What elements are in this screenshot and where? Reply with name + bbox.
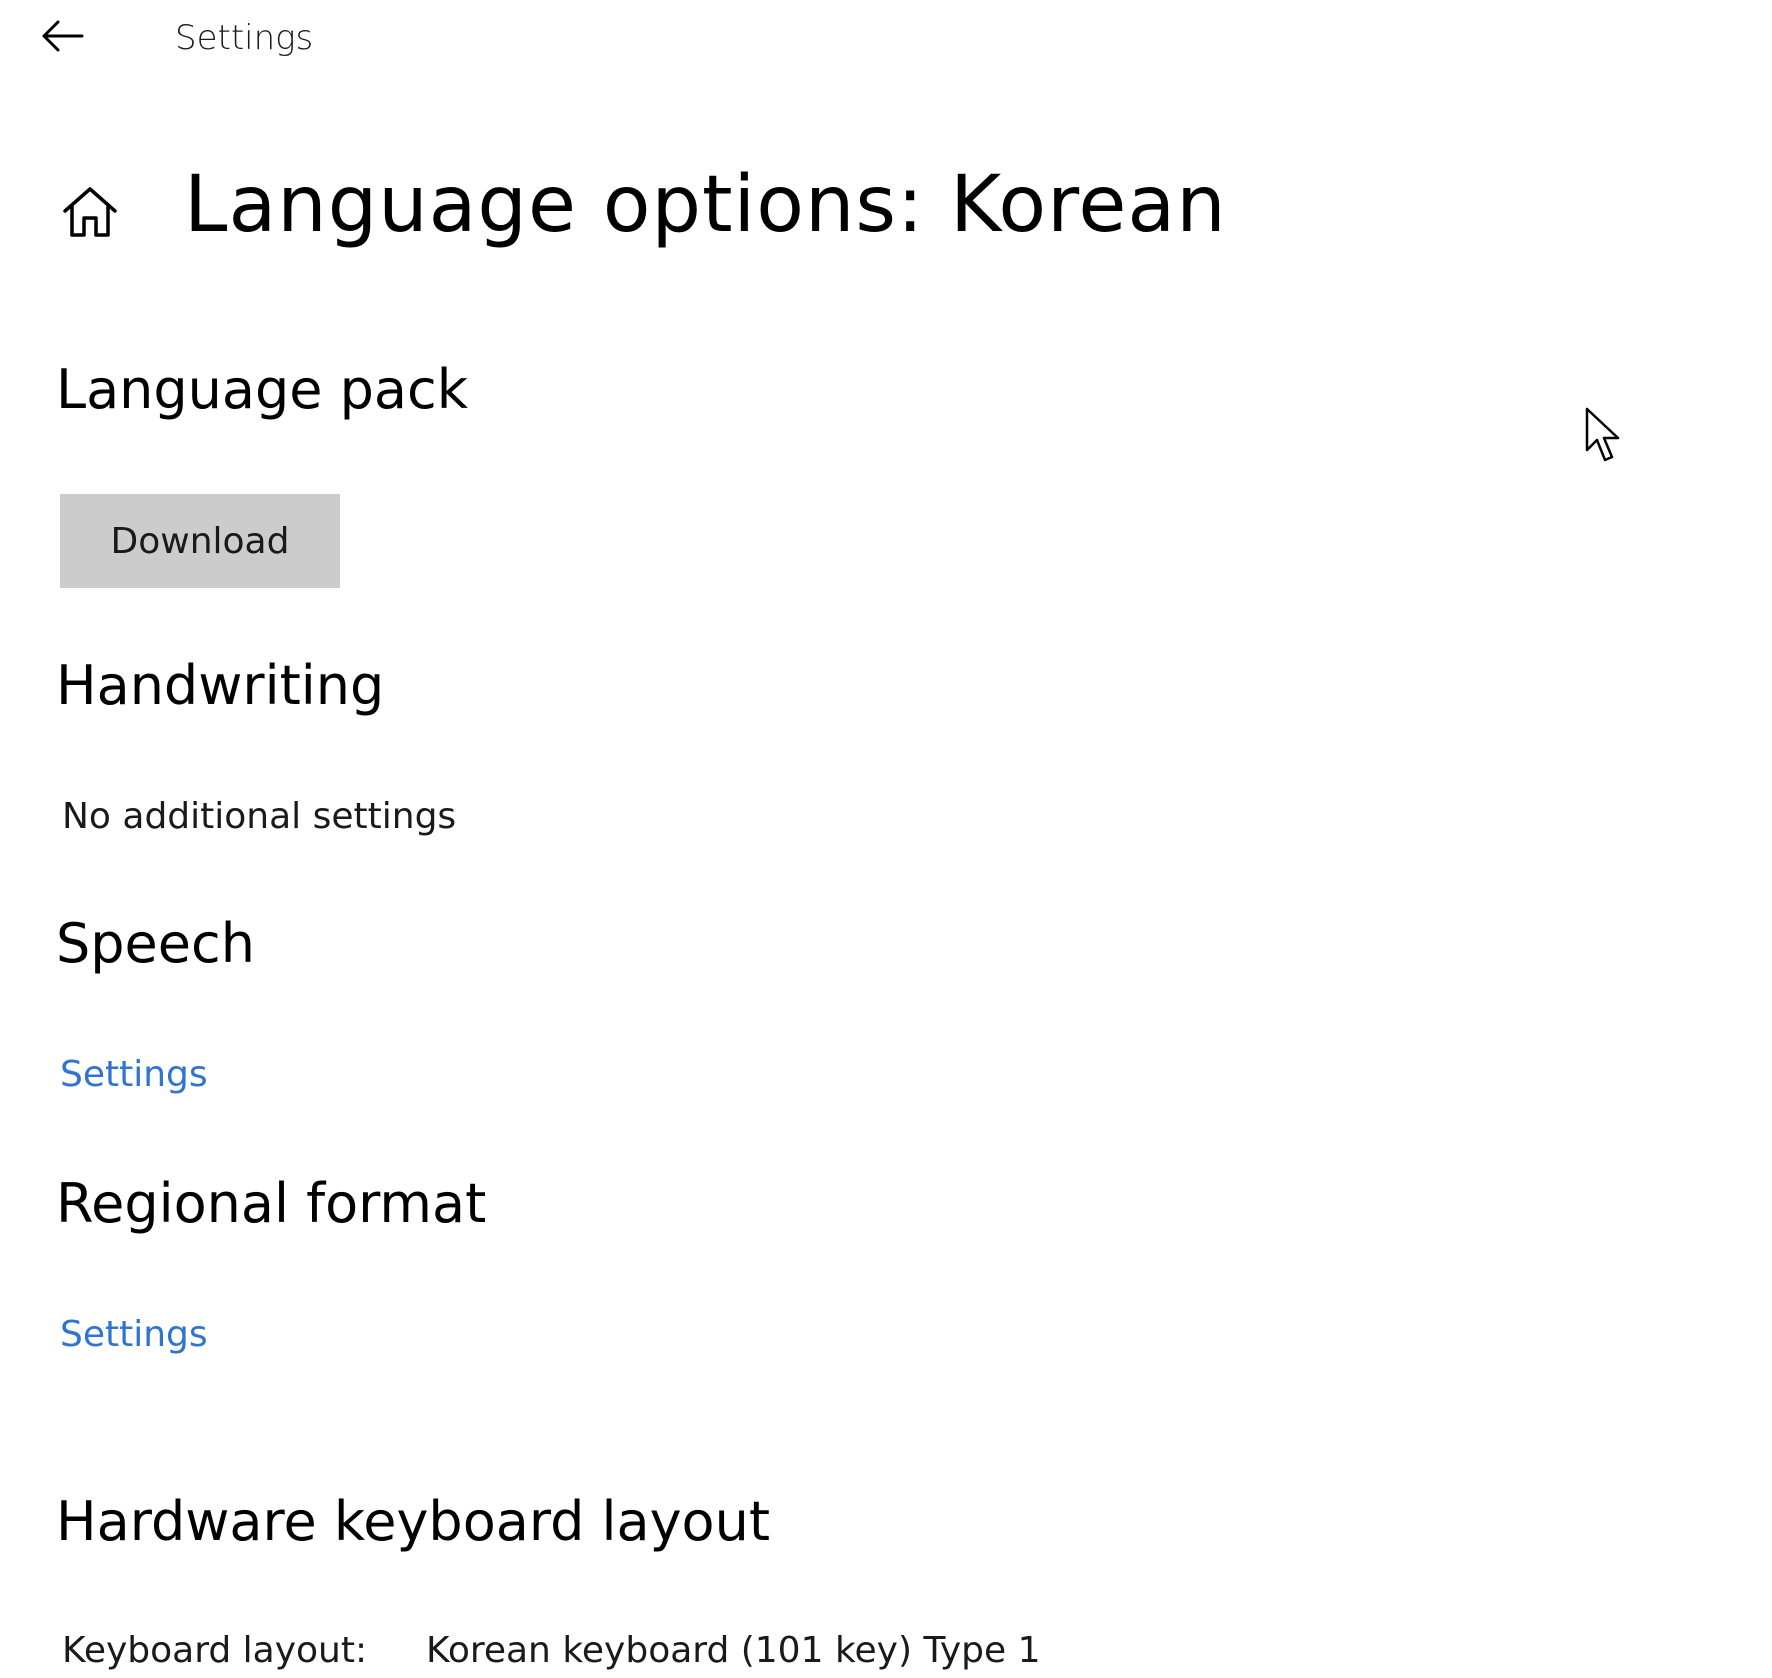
handwriting-heading: Handwriting — [56, 654, 385, 717]
regional-format-settings-link[interactable]: Settings — [60, 1314, 208, 1355]
home-icon — [56, 178, 124, 246]
mouse-pointer-icon — [1584, 406, 1624, 466]
language-pack-heading: Language pack — [56, 358, 468, 421]
arrow-left-icon — [42, 20, 84, 52]
download-button[interactable]: Download — [60, 494, 340, 588]
hardware-keyboard-heading: Hardware keyboard layout — [56, 1490, 770, 1553]
keyboard-layout-value: Korean keyboard (101 key) Type 1 — [426, 1630, 1041, 1671]
handwriting-status-text: No additional settings — [62, 796, 457, 837]
regional-format-heading: Regional format — [56, 1172, 487, 1235]
speech-heading: Speech — [56, 912, 255, 975]
app-title: Settings — [175, 18, 314, 58]
speech-settings-link[interactable]: Settings — [60, 1054, 208, 1095]
back-button[interactable] — [30, 8, 94, 64]
keyboard-layout-label: Keyboard layout: — [62, 1630, 368, 1671]
page-title: Language options: Korean — [184, 160, 1227, 250]
title-bar: Settings — [0, 0, 1772, 80]
